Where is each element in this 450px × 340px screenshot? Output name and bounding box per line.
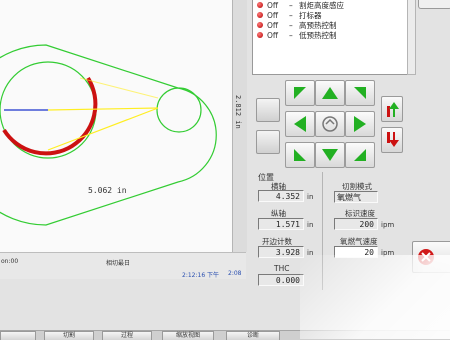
- arrow-up-icon: [322, 87, 338, 99]
- list-item: Off – 打标器: [253, 10, 407, 20]
- io-label: 低预热控制: [299, 30, 337, 40]
- x-axis-unit: in: [307, 193, 314, 201]
- kerf-count-unit: in: [307, 249, 314, 257]
- io-status-list[interactable]: Off – 割炬高度感应 Off – 打标器 Off – 高预热控制 Off – 低预热控制: [252, 0, 408, 75]
- torch-lower-button[interactable]: [381, 127, 403, 153]
- arrow-down-left-icon: [294, 149, 306, 161]
- status-led-icon: [257, 2, 263, 8]
- jog-down-left-button[interactable]: [285, 142, 315, 168]
- jog-up-button[interactable]: [315, 80, 345, 106]
- torch-raise-icon: [387, 102, 399, 117]
- jog-down-right-button[interactable]: [345, 142, 375, 168]
- gas-speed-unit: ipm: [381, 249, 395, 257]
- list-item: Off – 高预热控制: [253, 20, 407, 30]
- top-right-button[interactable]: [418, 0, 450, 9]
- jog-up-left-button[interactable]: [285, 80, 315, 106]
- thc-label: THC: [274, 264, 290, 273]
- arrow-up-left-icon: [294, 87, 306, 99]
- torch-lower-icon: [387, 132, 399, 147]
- yellow-line-a: [47, 107, 159, 111]
- status-bar: on:00 相切最日 2:12:16 下午 2:08: [0, 252, 246, 279]
- status-right-text: 2:08: [228, 270, 242, 277]
- outer-contour: [0, 44, 217, 226]
- part-drawing: [0, 44, 217, 226]
- exit-icon: [418, 249, 434, 265]
- thc-value: 0.000: [258, 274, 304, 286]
- x-axis-value: 4.352: [258, 190, 304, 202]
- home-icon: [322, 116, 338, 132]
- list-item: Off – 割炬高度感应: [253, 0, 407, 10]
- arrow-down-right-icon: [354, 149, 366, 161]
- yellow-line-b: [47, 107, 159, 151]
- y-axis-value: 1.571: [258, 218, 304, 230]
- exit-button[interactable]: [412, 241, 450, 273]
- cut-path-arc: [2, 76, 98, 156]
- jog-down-button[interactable]: [315, 142, 345, 168]
- status-time: 2:12:16 下午: [182, 272, 220, 279]
- io-state: Off: [267, 20, 279, 30]
- status-led-icon: [257, 12, 263, 18]
- small-circle: [156, 87, 202, 133]
- io-state: Off: [267, 10, 279, 20]
- gas-speed-input[interactable]: 20: [334, 246, 378, 258]
- status-left-text: on:00: [1, 258, 19, 265]
- arrow-down-icon: [322, 149, 338, 161]
- y-axis-unit: in: [307, 221, 314, 229]
- io-state: Off: [267, 30, 279, 40]
- jog-right-button[interactable]: [345, 111, 375, 137]
- cut-mode-value: 氧燃气: [334, 191, 378, 203]
- vertical-dimension-ruler: 2.812 in: [232, 0, 247, 252]
- kerf-count-value: 3.928: [258, 246, 304, 258]
- arrow-left-icon: [294, 116, 306, 132]
- arrow-up-right-icon: [354, 87, 366, 99]
- height-dimension-label: 2.812 in: [234, 95, 242, 129]
- jog-up-right-button[interactable]: [345, 80, 375, 106]
- status-mid-text: 相切最日: [106, 260, 131, 267]
- torch-raise-button[interactable]: [381, 96, 403, 122]
- group-divider: [322, 172, 323, 290]
- list-item: Off – 低预热控制: [253, 30, 407, 40]
- cut-speed-unit: ipm: [381, 221, 395, 229]
- part-view-canvas[interactable]: 5.062 in: [0, 0, 232, 252]
- io-state: Off: [267, 0, 279, 10]
- arrow-right-icon: [354, 116, 366, 132]
- jog-left-button[interactable]: [285, 111, 315, 137]
- status-led-icon: [257, 22, 263, 28]
- jog-home-button[interactable]: [315, 111, 345, 137]
- list-scrollbar[interactable]: [407, 0, 416, 75]
- width-dimension-label: 5.062 in: [88, 186, 127, 195]
- cut-speed-value: 200: [334, 218, 378, 230]
- status-led-icon: [257, 32, 263, 38]
- aux-button-upper[interactable]: [256, 98, 280, 122]
- aux-button-lower[interactable]: [256, 130, 280, 154]
